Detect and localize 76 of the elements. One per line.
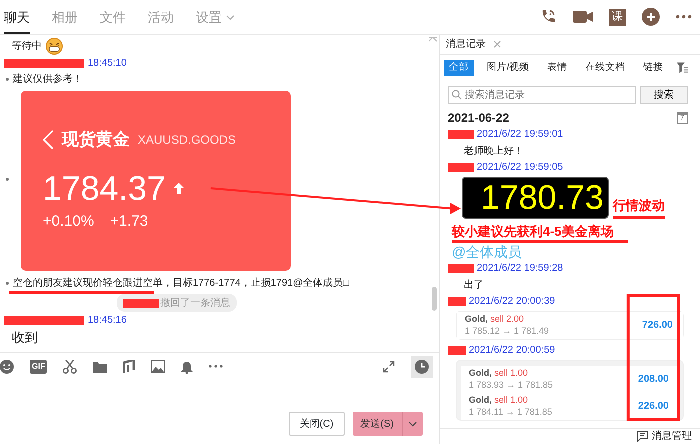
panel-tab[interactable]: 消息记录: [446, 37, 486, 52]
status-text: 等待中: [12, 40, 42, 54]
image-icon[interactable]: [151, 360, 166, 373]
search-field[interactable]: 搜索消息记录: [448, 86, 636, 104]
price-value: 1784.37: [43, 168, 166, 208]
redacted-name: [448, 296, 466, 306]
filter-tab[interactable]: 全部: [444, 60, 474, 76]
up-arrow-icon: [174, 183, 184, 194]
message-text: 建议仅供参考！: [13, 72, 83, 87]
trade-prices: 1 784.11 → 1 781.85: [469, 406, 552, 418]
filter-tab[interactable]: 在线文档: [580, 60, 631, 76]
folder-icon[interactable]: [93, 360, 108, 372]
filter-icon[interactable]: [676, 62, 688, 74]
message-time: 2021/6/22 20:00:39: [469, 294, 556, 309]
alert-text: 较小建议先获利4-5美金离场: [452, 224, 628, 244]
dropdown-caret-icon[interactable]: [409, 422, 417, 426]
trade-side: sell 1.00: [494, 395, 528, 406]
instrument-name: 现货黄金: [62, 129, 130, 151]
trade-side: sell 2.00: [490, 314, 524, 324]
filter-tab[interactable]: 图片/视频: [482, 60, 535, 76]
message-time: 2021/6/22 20:00:59: [469, 344, 556, 358]
trade-profit: 226.00: [638, 400, 669, 414]
close-button[interactable]: 关闭(C): [288, 412, 345, 436]
change-value: +1.73: [110, 212, 148, 232]
trade-symbol: Gold,: [465, 314, 488, 324]
grin-emoji-icon: [46, 38, 63, 54]
filter-tab[interactable]: 链接: [638, 60, 669, 76]
gif-icon[interactable]: GIF: [30, 360, 48, 374]
alert-text: 行情波动: [612, 196, 665, 220]
message-text: 收到: [11, 329, 38, 348]
redacted-name: [448, 163, 474, 172]
price-display: 1780.73: [462, 177, 609, 220]
message-text: 老师晚上好！: [464, 146, 524, 158]
bell-icon[interactable]: [181, 360, 194, 374]
message-text: 空仓的朋友建议现价轻仓跟进空单，目标1776-1774，止损1791@全体成员□: [13, 276, 350, 291]
change-percent: +0.10%: [43, 212, 94, 232]
chevron-icon: [226, 15, 235, 22]
more-icon[interactable]: [676, 15, 692, 19]
mention-text: @全体成员: [452, 244, 522, 260]
back-icon: [43, 130, 54, 150]
filter-tab[interactable]: 表情: [542, 60, 573, 76]
message-time: 2021/6/22 19:59:05: [477, 161, 564, 176]
trade-symbol: Gold,: [469, 368, 492, 378]
trade-side: sell 1.00: [494, 368, 528, 378]
trade-profit: 208.00: [638, 372, 669, 387]
scrollbar-thumb[interactable]: [432, 287, 437, 311]
recall-text: 撤回了一条消息: [160, 296, 230, 310]
trade-symbol: Gold,: [469, 395, 492, 406]
redacted-name: [448, 264, 474, 273]
add-icon[interactable]: [642, 8, 660, 26]
search-button[interactable]: 搜索: [640, 86, 688, 104]
message-time: 18:45:10: [88, 56, 127, 70]
message-time: 18:45:16: [88, 314, 127, 328]
more-icon[interactable]: [209, 365, 224, 368]
redacted-name: [448, 346, 466, 355]
search-icon: [452, 90, 462, 100]
lesson-icon[interactable]: 课: [609, 8, 626, 26]
trade-prices: 1 783.93 → 1 781.85: [469, 379, 554, 392]
trade-profit: 726.00: [642, 318, 673, 333]
message-time: 2021/6/22 19:59:01: [477, 128, 564, 142]
emoji-icon[interactable]: [0, 360, 14, 374]
chat-bubble-icon: [637, 431, 648, 442]
history-clock-icon[interactable]: [411, 356, 433, 378]
trade-prices: 1 785.12 → 1 781.49: [465, 325, 550, 338]
tab[interactable]: 聊天: [4, 2, 30, 34]
date-heading: 2021-06-22: [448, 110, 510, 128]
expand-icon[interactable]: [383, 360, 395, 372]
redacted-name: [448, 130, 474, 140]
redacted-name: [122, 298, 158, 308]
message-text: 出了: [464, 280, 484, 291]
scissors-icon[interactable]: [63, 360, 78, 374]
instrument-symbol: XAUUSD.GOODS: [138, 132, 236, 149]
message-time: 2021/6/22 19:59:28: [477, 262, 564, 276]
message-manager-link[interactable]: 消息管理: [652, 429, 692, 444]
send-button[interactable]: 发送(S): [352, 412, 423, 436]
video-call-icon[interactable]: [573, 9, 593, 25]
